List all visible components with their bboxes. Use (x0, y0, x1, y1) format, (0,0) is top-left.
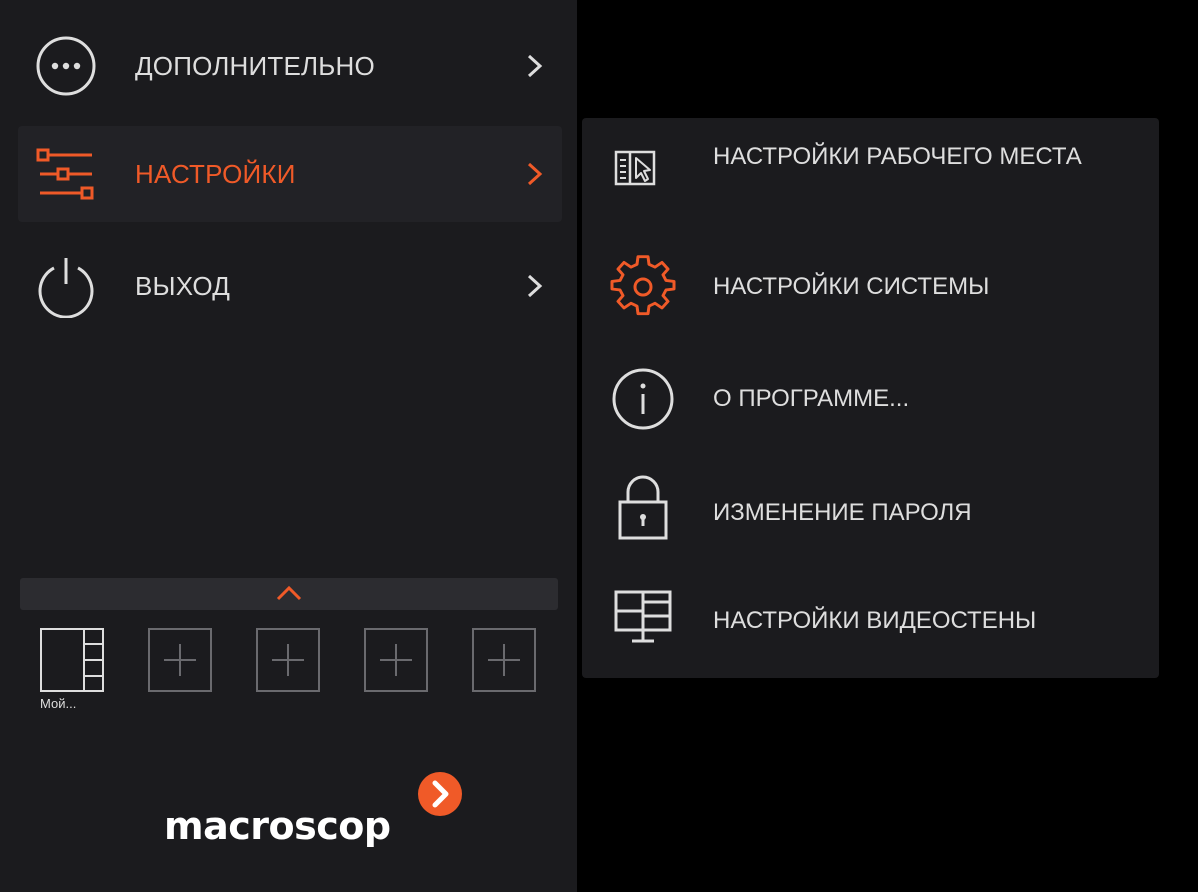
menu-item-label: ДОПОЛНИТЕЛЬНО (135, 50, 375, 81)
submenu-item-label: НАСТРОЙКИ СИСТЕМЫ (713, 273, 990, 300)
power-icon (38, 258, 94, 318)
settings-submenu: НАСТРОЙКИ РАБОЧЕГО МЕСТА НАСТРОЙКИ СИСТЕ… (582, 118, 1159, 678)
submenu-item-videowall-settings[interactable]: НАСТРОЙКИ ВИДЕОСТЕНЫ (582, 572, 1159, 672)
layout-slot-my[interactable] (40, 628, 104, 692)
workplace-icon (614, 150, 656, 186)
submenu-item-change-password[interactable]: ИЗМЕНЕНИЕ ПАРОЛЯ (582, 460, 1159, 560)
gear-icon (610, 255, 676, 316)
add-layout-button[interactable] (148, 628, 212, 692)
add-layout-button[interactable] (364, 628, 428, 692)
submenu-item-workplace-settings[interactable]: НАСТРОЙКИ РАБОЧЕГО МЕСТА (582, 126, 1159, 226)
chevron-right-icon (527, 54, 543, 78)
menu-item-exit[interactable]: ВЫХОД (18, 238, 562, 334)
menu-item-label: ВЫХОД (135, 270, 231, 301)
sliders-icon (36, 148, 94, 200)
macroscop-logo: macroscop (164, 770, 474, 870)
layout-caption: Мой... (40, 696, 77, 711)
main-menu-panel: ДОПОЛНИТЕЛЬНО НАСТРОЙКИ ВЫХОД Мой... mac… (0, 0, 577, 892)
submenu-item-label: ИЗМЕНЕНИЕ ПАРОЛЯ (713, 499, 972, 526)
videowall-icon (614, 590, 672, 643)
menu-item-additional[interactable]: ДОПОЛНИТЕЛЬНО (18, 18, 562, 114)
lock-icon (618, 475, 668, 540)
submenu-item-label: НАСТРОЙКИ ВИДЕОСТЕНЫ (713, 607, 1037, 634)
menu-item-label: НАСТРОЙКИ (135, 158, 296, 189)
menu-item-settings[interactable]: НАСТРОЙКИ (18, 126, 562, 222)
submenu-item-system-settings[interactable]: НАСТРОЙКИ СИСТЕМЫ (582, 238, 1159, 338)
chevron-right-icon (527, 274, 543, 298)
logo-arrow-icon (418, 772, 462, 816)
add-layout-button[interactable] (256, 628, 320, 692)
info-icon (612, 368, 674, 430)
submenu-item-label: О ПРОГРАММЕ... (713, 385, 910, 412)
add-layout-button[interactable] (472, 628, 536, 692)
logo-text: macroscop (164, 804, 391, 848)
more-icon (36, 36, 96, 96)
submenu-item-about[interactable]: О ПРОГРАММЕ... (582, 350, 1159, 450)
chevron-right-icon (527, 162, 543, 186)
layouts-collapse-button[interactable] (20, 578, 558, 610)
submenu-item-label: НАСТРОЙКИ РАБОЧЕГО МЕСТА (713, 143, 1082, 170)
chevron-up-icon (276, 585, 302, 601)
